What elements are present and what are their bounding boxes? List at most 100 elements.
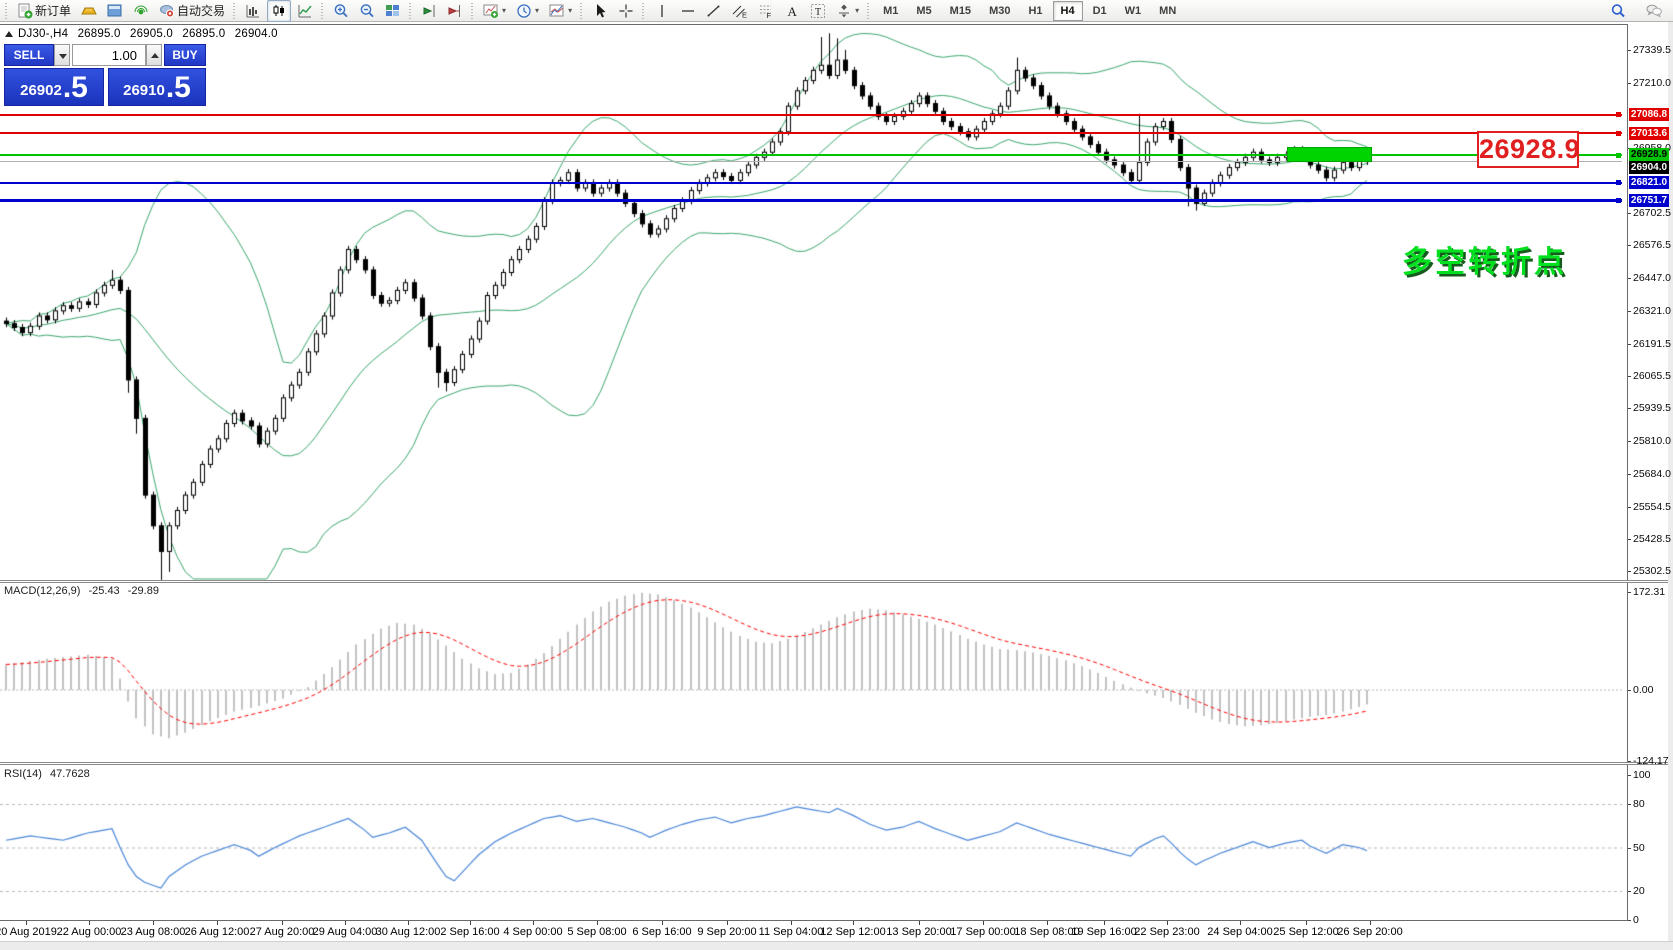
horizontal-line-27013.6[interactable] bbox=[0, 132, 1622, 134]
dropdown-caret-icon[interactable]: ▾ bbox=[568, 6, 572, 15]
horizontal-line-27086.8[interactable] bbox=[0, 114, 1622, 116]
horizontal-line-26928.9[interactable] bbox=[0, 154, 1622, 156]
line-handle[interactable] bbox=[1616, 153, 1621, 158]
history-center-button[interactable] bbox=[77, 0, 101, 22]
timeframe-h1-button[interactable]: H1 bbox=[1020, 1, 1050, 21]
time-axis-label: 2 Sep 16:00 bbox=[440, 926, 499, 938]
price-axis-label: 27210.0 bbox=[1633, 77, 1671, 89]
time-axis-label: 23 Aug 08:00 bbox=[121, 926, 186, 938]
indicators-button[interactable]: ▾ bbox=[479, 0, 510, 22]
price-tag-26904.0: 26904.0 bbox=[1629, 161, 1669, 174]
zoom-out-button[interactable] bbox=[355, 0, 379, 22]
timeframe-m15-button[interactable]: M15 bbox=[942, 1, 979, 21]
main-toolbar: 新订单 自动交易 ▾ ▾ ▾ EFAT ▾ M1M5M15M30H1H4D1W1MN bbox=[0, 0, 1673, 22]
axis-tick bbox=[1628, 592, 1631, 593]
crosshair-button[interactable] bbox=[614, 0, 638, 22]
high-value: 26905.0 bbox=[130, 28, 173, 40]
horizontal-line-26821[interactable] bbox=[0, 182, 1622, 184]
green-rectangle-object[interactable] bbox=[1287, 147, 1372, 162]
text-label-button[interactable]: T bbox=[806, 0, 830, 22]
indicators-icon bbox=[483, 3, 499, 19]
timeframe-m5-button[interactable]: M5 bbox=[908, 1, 939, 21]
vertical-line-button[interactable] bbox=[650, 0, 674, 22]
time-axis-label: 19 Sep 16:00 bbox=[1071, 926, 1136, 938]
zoom-in-button[interactable] bbox=[329, 0, 353, 22]
templates-button[interactable]: ▾ bbox=[545, 0, 576, 22]
auto-trading-button-label: 自动交易 bbox=[177, 2, 225, 19]
time-axis-tick bbox=[727, 921, 728, 925]
sell-button[interactable]: SELL bbox=[4, 44, 54, 66]
line-chart-button[interactable] bbox=[293, 0, 317, 22]
time-axis-label: 17 Sep 00:00 bbox=[950, 926, 1015, 938]
chart-shift-button[interactable] bbox=[443, 0, 467, 22]
line-handle[interactable] bbox=[1616, 198, 1621, 203]
auto-scroll-button[interactable] bbox=[417, 0, 441, 22]
main-chart-canvas[interactable] bbox=[0, 24, 1628, 581]
horizontal-line-26904[interactable] bbox=[0, 161, 1622, 162]
arrows-button[interactable]: ▾ bbox=[832, 0, 863, 22]
rsi-axis-label: 20 bbox=[1633, 885, 1645, 897]
time-axis-tick bbox=[1370, 921, 1371, 925]
cursor-button[interactable] bbox=[588, 0, 612, 22]
timeframe-d1-button[interactable]: D1 bbox=[1085, 1, 1115, 21]
timeframe-w1-button[interactable]: W1 bbox=[1117, 1, 1150, 21]
price-callout-box[interactable]: 26928.9 bbox=[1477, 131, 1579, 168]
horizontal-line-button[interactable] bbox=[676, 0, 700, 22]
one-click-collapse-icon[interactable] bbox=[5, 31, 13, 37]
axis-tick bbox=[1628, 213, 1631, 214]
line-handle[interactable] bbox=[1616, 112, 1621, 117]
trendline-button[interactable] bbox=[702, 0, 726, 22]
time-axis-tick bbox=[1167, 921, 1168, 925]
dropdown-caret-icon[interactable]: ▾ bbox=[855, 6, 859, 15]
time-axis-tick bbox=[853, 921, 854, 925]
time-axis-tick bbox=[1047, 921, 1048, 925]
signals-button[interactable] bbox=[129, 0, 153, 22]
line-handle[interactable] bbox=[1616, 180, 1621, 185]
ingot-icon bbox=[81, 3, 97, 19]
text-button[interactable]: A bbox=[780, 0, 804, 22]
time-axis-label: 20 Aug 2019 bbox=[0, 926, 57, 938]
sell-price-panel[interactable]: 26902 .5 bbox=[4, 68, 104, 106]
macd-panel-separator[interactable] bbox=[0, 580, 1673, 583]
signal-icon bbox=[133, 3, 149, 19]
timeframe-m1-button[interactable]: M1 bbox=[875, 1, 906, 21]
search-button[interactable] bbox=[1606, 0, 1630, 22]
volume-increase-button[interactable] bbox=[146, 44, 162, 66]
dropdown-caret-icon[interactable]: ▾ bbox=[535, 6, 539, 15]
time-axis-border bbox=[0, 920, 1628, 921]
price-axis-label: 25428.5 bbox=[1633, 533, 1671, 545]
periods-button[interactable]: ▾ bbox=[512, 0, 543, 22]
timeframe-h4-button[interactable]: H4 bbox=[1053, 1, 1083, 21]
toolbar-group-grip bbox=[471, 3, 475, 19]
auto-trading-button[interactable]: 自动交易 bbox=[155, 0, 229, 22]
rsi-panel-separator[interactable] bbox=[0, 762, 1673, 765]
rsi-axis-label: 0 bbox=[1633, 914, 1639, 926]
pivot-annotation-text[interactable]: 多空转折点 bbox=[1402, 237, 1567, 281]
tile-windows-button[interactable] bbox=[381, 0, 405, 22]
axis-tick bbox=[1628, 920, 1631, 921]
candlestick-button[interactable] bbox=[267, 0, 291, 22]
bar-chart-button[interactable] bbox=[241, 0, 265, 22]
buy-button[interactable]: BUY bbox=[164, 44, 206, 66]
timeframe-mn-button[interactable]: MN bbox=[1151, 1, 1184, 21]
volume-input[interactable] bbox=[72, 44, 146, 66]
horizontal-line-26751.7[interactable] bbox=[0, 199, 1622, 202]
time-axis-label: 27 Aug 20:00 bbox=[250, 926, 315, 938]
time-axis-tick bbox=[89, 921, 90, 925]
new-order-button[interactable]: 新订单 bbox=[13, 0, 75, 22]
fibonacci-button[interactable]: F bbox=[754, 0, 778, 22]
line-handle[interactable] bbox=[1616, 131, 1621, 136]
rsi-panel-canvas[interactable] bbox=[0, 766, 1628, 920]
open-value: 26895.0 bbox=[78, 28, 121, 40]
toolbar-group-grip bbox=[642, 3, 646, 19]
equidistant-channel-button[interactable]: E bbox=[728, 0, 752, 22]
axis-tick bbox=[1628, 344, 1631, 345]
volume-decrease-button[interactable] bbox=[54, 44, 70, 66]
dropdown-caret-icon[interactable]: ▾ bbox=[502, 6, 506, 15]
buy-price-panel[interactable]: 26910 .5 bbox=[108, 68, 206, 106]
chat-button[interactable] bbox=[1642, 0, 1666, 22]
timeframe-m30-button[interactable]: M30 bbox=[981, 1, 1018, 21]
time-axis-tick bbox=[597, 921, 598, 925]
market-watch-button[interactable] bbox=[103, 0, 127, 22]
macd-panel-canvas[interactable] bbox=[0, 584, 1628, 762]
